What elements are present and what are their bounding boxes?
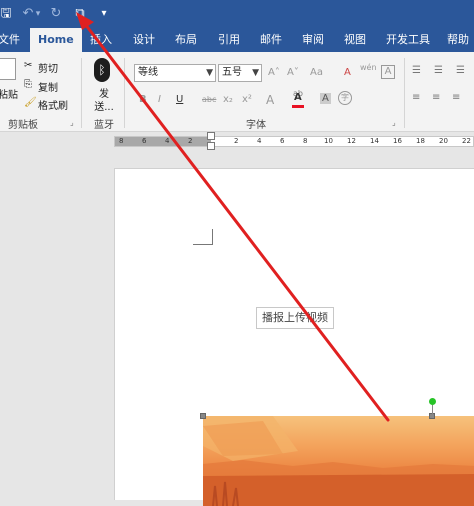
font-color-icon[interactable]: A <box>294 92 302 103</box>
shrink-font-icon[interactable]: A˅ <box>287 67 299 78</box>
font-group-label: 字体 <box>246 120 266 131</box>
bluetooth-group-label: 蓝牙 <box>94 120 114 131</box>
ruler-number: 12 <box>347 137 356 145</box>
scissors-icon: ✂ <box>24 60 33 71</box>
horizontal-ruler[interactable]: 8 6 4 2 2 4 6 8 10 12 14 16 18 20 22 <box>0 132 474 150</box>
align-right-icon[interactable]: ≡ <box>452 92 460 103</box>
chevron-down-icon: ▼ <box>206 68 213 78</box>
copy-icon: ⎘ <box>24 79 32 90</box>
chevron-down-icon: ▼ <box>252 68 259 78</box>
ruler-number: 2 <box>234 137 239 145</box>
ruler-bar: 8 6 4 2 2 4 6 8 10 12 14 16 18 20 22 <box>114 136 474 147</box>
enclose-chars-icon[interactable]: 字 <box>338 91 352 105</box>
sunset-image[interactable] <box>203 416 474 506</box>
ruler-number: 22 <box>462 137 471 145</box>
copy-button[interactable]: 复制 <box>38 79 58 94</box>
change-case-icon[interactable]: Aa <box>310 67 323 78</box>
paste-button[interactable]: 粘贴 <box>0 86 18 101</box>
ruler-number: 8 <box>119 137 124 145</box>
ruler-number: 4 <box>257 137 262 145</box>
ruler-number: 8 <box>303 137 308 145</box>
numbering-icon[interactable]: ☰ <box>434 65 443 76</box>
underline-icon[interactable]: U <box>176 94 183 105</box>
touch-mode-icon[interactable]: ⧉ <box>70 4 90 24</box>
margin-corner-mark <box>193 229 213 245</box>
rotate-stem <box>432 405 433 414</box>
tab-developer[interactable]: 开发工具 <box>386 28 430 52</box>
tab-review[interactable]: 审阅 <box>302 28 324 52</box>
align-center-icon[interactable]: ≡ <box>432 92 440 103</box>
ruler-number: 10 <box>324 137 333 145</box>
ruler-margin-left <box>115 137 211 146</box>
ruler-number: 6 <box>142 137 147 145</box>
superscript-icon[interactable]: x² <box>242 94 252 105</box>
ribbon-tabs: 文件 Home 插入 设计 布局 引用 邮件 审阅 视图 开发工具 帮助 <box>0 28 474 52</box>
font-size-combo[interactable]: 五号 ▼ <box>218 64 262 82</box>
font-size-value: 五号 <box>222 67 242 78</box>
ribbon-home: 粘贴 ✂ 剪切 ⎘ 复制 🖌 格式刷 剪贴板 ⌟ ᛒ 发送... 蓝牙 等线 ▼… <box>0 52 474 132</box>
tab-insert[interactable]: 插入 <box>90 28 112 52</box>
align-left-icon[interactable]: ≡ <box>412 92 420 103</box>
document-page[interactable]: 播报上传视频 <box>114 168 474 506</box>
customize-toolbar-icon[interactable]: ▾ <box>94 4 114 24</box>
tab-help[interactable]: 帮助 <box>447 28 469 52</box>
title-bar: 🖫 ↶ ▾ ↻ ⧉ ▾ <box>0 0 474 28</box>
indent-marker[interactable] <box>207 132 215 140</box>
divider <box>404 58 405 128</box>
tab-references[interactable]: 引用 <box>218 28 240 52</box>
clipboard-group-label: 剪贴板 <box>8 120 38 131</box>
tab-mailings[interactable]: 邮件 <box>260 28 282 52</box>
undo-dropdown-icon[interactable]: ▾ <box>32 4 44 24</box>
ruler-number: 4 <box>165 137 170 145</box>
bold-icon[interactable]: B <box>139 94 147 105</box>
indent-marker[interactable] <box>207 142 215 150</box>
redo-icon[interactable]: ↻ <box>46 4 66 24</box>
strikethrough-icon[interactable]: abc <box>202 95 216 104</box>
font-name-value: 等线 <box>138 67 158 78</box>
subscript-icon[interactable]: x₂ <box>223 94 233 105</box>
ruler-number: 2 <box>188 137 193 145</box>
paste-icon[interactable] <box>0 58 16 80</box>
text-effects-icon[interactable]: A <box>266 93 274 107</box>
clear-format-icon[interactable]: A <box>344 67 351 78</box>
ruler-number: 20 <box>439 137 448 145</box>
divider <box>81 58 82 128</box>
brush-icon: 🖌 <box>24 97 37 108</box>
multilevel-list-icon[interactable]: ☰ <box>456 65 465 76</box>
cut-button[interactable]: 剪切 <box>38 60 58 75</box>
dialog-launcher-icon[interactable]: ⌟ <box>392 118 396 127</box>
sunset-illustration <box>203 416 474 506</box>
italic-icon[interactable]: I <box>158 94 161 105</box>
tab-view[interactable]: 视图 <box>344 28 366 52</box>
font-color-bar <box>292 105 304 108</box>
bluetooth-icon[interactable]: ᛒ <box>94 58 110 82</box>
save-icon[interactable]: 🖫 <box>0 4 16 24</box>
send-bluetooth-button[interactable]: 发送... <box>92 88 116 114</box>
ruler-number: 14 <box>370 137 379 145</box>
dialog-launcher-icon[interactable]: ⌟ <box>70 118 74 127</box>
divider <box>124 58 125 128</box>
ruler-number: 16 <box>393 137 402 145</box>
char-border-icon[interactable]: A <box>381 65 395 79</box>
char-shading-icon[interactable]: A <box>320 93 331 104</box>
upload-video-tooltip: 播报上传视频 <box>256 307 334 329</box>
grow-font-icon[interactable]: A˄ <box>268 67 280 78</box>
bullets-icon[interactable]: ☰ <box>412 65 421 76</box>
rotate-handle[interactable] <box>429 398 436 405</box>
ruler-number: 6 <box>280 137 285 145</box>
tab-file[interactable]: 文件 <box>0 28 20 52</box>
phonetic-guide-icon[interactable]: wén <box>360 63 377 72</box>
resize-handle[interactable] <box>200 413 206 419</box>
tab-home[interactable]: Home <box>30 28 82 52</box>
tab-design[interactable]: 设计 <box>133 28 155 52</box>
format-painter-button[interactable]: 格式刷 <box>38 97 68 112</box>
ruler-number: 18 <box>416 137 425 145</box>
tab-layout[interactable]: 布局 <box>175 28 197 52</box>
font-name-combo[interactable]: 等线 ▼ <box>134 64 216 82</box>
